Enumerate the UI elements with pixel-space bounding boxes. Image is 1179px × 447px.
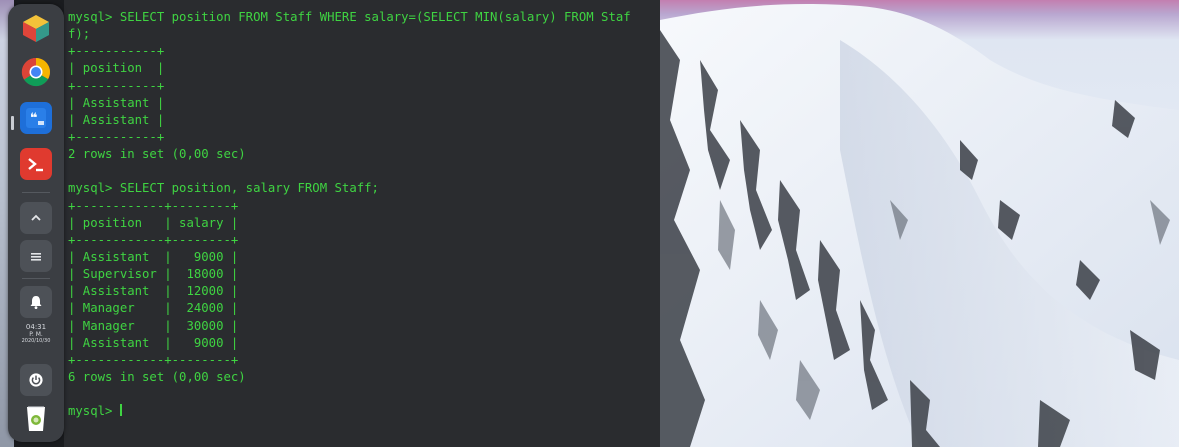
trash-button[interactable] bbox=[20, 402, 52, 434]
chrome-icon bbox=[21, 57, 50, 87]
text-cursor bbox=[119, 404, 122, 417]
terminal-line: +------------+--------+ bbox=[68, 198, 239, 213]
terminal-prompt: mysql> bbox=[68, 404, 120, 419]
menu-icon bbox=[31, 253, 41, 261]
svg-text:❝: ❝ bbox=[30, 111, 38, 126]
clock[interactable]: 04:31 P. M. 2020/10/30 bbox=[8, 324, 64, 345]
terminal-line: | position | bbox=[68, 61, 165, 76]
chrome-button[interactable] bbox=[20, 56, 52, 88]
clock-time: 04:31 bbox=[25, 323, 47, 331]
terminal-line: f); bbox=[68, 27, 91, 42]
terminal-line: | Assistant | bbox=[68, 95, 165, 110]
terminal-line: mysql> SELECT position, salary FROM Staf… bbox=[68, 181, 379, 196]
terminal-line: | Manager | 30000 | bbox=[68, 318, 239, 333]
terminal-output[interactable]: mysql> SELECT position FROM Staff WHERE … bbox=[68, 9, 631, 420]
terminal-line: 2 rows in set (0,00 sec) bbox=[68, 147, 246, 162]
trash-icon bbox=[27, 406, 45, 431]
terminal-line: | Assistant | bbox=[68, 112, 165, 127]
running-indicator bbox=[11, 116, 14, 130]
dock-separator bbox=[22, 278, 50, 279]
chevron-up-icon bbox=[31, 214, 41, 221]
cube-icon bbox=[23, 15, 49, 42]
power-button[interactable] bbox=[20, 364, 52, 396]
clock-date: 2020/10/30 bbox=[21, 338, 51, 344]
dock: ❝ 04:31 P. M. 2020/10/30 bbox=[8, 4, 64, 442]
mountain-illustration bbox=[660, 3, 1179, 447]
notifications-button[interactable] bbox=[20, 286, 52, 318]
terminal-button[interactable] bbox=[20, 148, 52, 180]
quote-icon: ❝ bbox=[26, 108, 46, 128]
terminal-icon bbox=[28, 158, 43, 172]
notes-button[interactable]: ❝ bbox=[20, 102, 52, 134]
terminal-line: | position | salary | bbox=[68, 215, 239, 230]
terminal-line: | Assistant | 9000 | bbox=[68, 249, 239, 264]
desktop-wallpaper bbox=[660, 0, 1179, 447]
terminal-line: +------------+--------+ bbox=[68, 352, 239, 367]
terminal-line: | Assistant | 9000 | bbox=[68, 335, 239, 350]
terminal-prompt-line[interactable]: mysql> bbox=[68, 403, 631, 420]
terminal-window[interactable]: mysql> SELECT position FROM Staff WHERE … bbox=[64, 0, 660, 447]
dock-separator bbox=[22, 192, 50, 193]
terminal-line: 6 rows in set (0,00 sec) bbox=[68, 369, 246, 384]
terminal-line: +-----------+ bbox=[68, 44, 165, 59]
menu-button[interactable] bbox=[20, 240, 52, 272]
terminal-line: +-----------+ bbox=[68, 78, 165, 93]
terminal-line: mysql> SELECT position FROM Staff WHERE … bbox=[68, 10, 631, 24]
clock-period: P. M. bbox=[29, 331, 43, 338]
terminal-line: | Supervisor | 18000 | bbox=[68, 267, 239, 282]
terminal-line: | Manager | 24000 | bbox=[68, 301, 239, 316]
terminal-line: | Assistant | 12000 | bbox=[68, 284, 239, 299]
expand-button[interactable] bbox=[20, 202, 52, 234]
terminal-line: +-----------+ bbox=[68, 129, 165, 144]
power-icon bbox=[29, 373, 43, 387]
app-center-button[interactable] bbox=[20, 12, 52, 44]
terminal-line: +------------+--------+ bbox=[68, 232, 239, 247]
bell-icon bbox=[30, 296, 42, 309]
